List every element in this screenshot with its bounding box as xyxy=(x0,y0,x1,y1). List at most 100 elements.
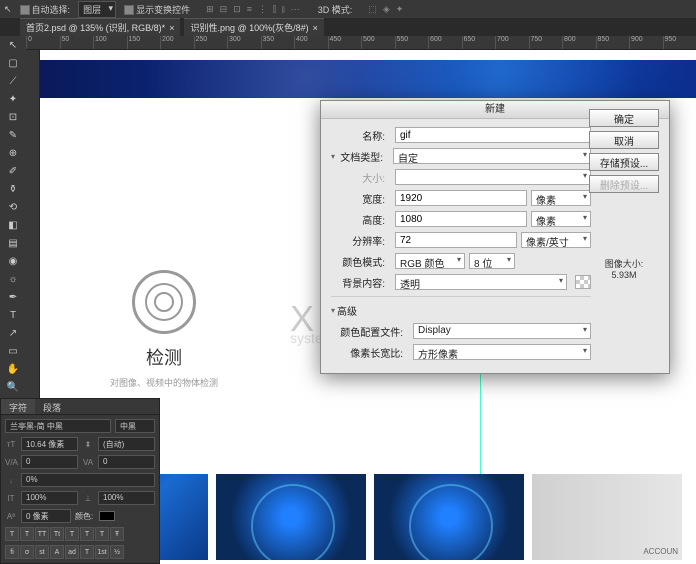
name-input[interactable] xyxy=(395,127,591,143)
imagesize-value: 5.93M xyxy=(589,270,659,280)
superscript-button[interactable]: T xyxy=(65,527,79,541)
width-unit-dropdown[interactable]: 像素 xyxy=(531,190,591,206)
doctype-dropdown[interactable]: 自定 xyxy=(393,148,591,164)
bold-button[interactable]: T xyxy=(5,527,19,541)
heal-tool-icon[interactable]: ⊕ xyxy=(0,144,26,162)
eyedropper-tool-icon[interactable]: ✎ xyxy=(0,126,26,144)
distribute-icon[interactable]: ⫾ xyxy=(282,4,285,15)
move-tool-icon: ↖ xyxy=(4,4,12,15)
ok-button[interactable]: 确定 xyxy=(589,109,659,127)
character-tab[interactable]: 字符 xyxy=(1,399,35,414)
wand-tool-icon[interactable]: ✦ xyxy=(0,90,26,108)
zoom-tool-icon[interactable]: 🔍 xyxy=(0,378,26,396)
document-tab[interactable]: 识别性.png @ 100%(灰色/8#) × xyxy=(184,18,323,36)
text-color-swatch[interactable] xyxy=(99,511,115,521)
scale-field[interactable]: 0% xyxy=(21,473,155,487)
shape-tool-icon[interactable]: ▭ xyxy=(0,342,26,360)
color-label: 颜色: xyxy=(75,511,93,522)
close-tab-icon[interactable]: × xyxy=(169,23,174,33)
font-weight-dropdown[interactable]: 中黑 xyxy=(115,419,155,433)
colordepth-dropdown[interactable]: 8 位 xyxy=(469,253,515,269)
thumbnail-2 xyxy=(216,474,366,560)
italic-button[interactable]: T xyxy=(20,527,34,541)
kerning-field[interactable]: 0 xyxy=(21,455,78,469)
save-preset-button[interactable]: 存储预设... xyxy=(589,153,659,171)
3d-icon[interactable]: ⬚ xyxy=(368,4,377,15)
profile-label: 颜色配置文件: xyxy=(331,324,409,339)
opentype-button[interactable]: ad xyxy=(65,545,79,559)
gradient-tool-icon[interactable]: ▤ xyxy=(0,234,26,252)
font-size-field[interactable]: 10.64 像素 xyxy=(21,437,78,451)
height-unit-dropdown[interactable]: 像素 xyxy=(531,211,591,227)
resolution-unit-dropdown[interactable]: 像素/英寸 xyxy=(521,232,591,248)
allcaps-button[interactable]: TT xyxy=(35,527,49,541)
scale-h-field[interactable]: 100% xyxy=(21,491,78,505)
baseline-field[interactable]: 0 像素 xyxy=(21,509,71,523)
disclosure-icon[interactable]: ▾ xyxy=(331,152,335,161)
scale-v-icon: ⊥ xyxy=(82,494,94,503)
align-icon[interactable]: ⊟ xyxy=(220,4,228,15)
disclosure-icon[interactable]: ▾ xyxy=(331,306,335,315)
align-icon[interactable]: ⊞ xyxy=(206,4,214,15)
profile-dropdown[interactable]: Display xyxy=(413,323,591,339)
tracking-icon: VA xyxy=(82,458,94,467)
subscript-button[interactable]: T xyxy=(80,527,94,541)
distribute-icon[interactable]: ⋮ xyxy=(258,4,267,15)
blur-tool-icon[interactable]: ◉ xyxy=(0,252,26,270)
aspect-dropdown[interactable]: 方形像素 xyxy=(413,344,591,360)
height-input[interactable] xyxy=(395,211,527,227)
width-input[interactable] xyxy=(395,190,527,206)
crop-tool-icon[interactable]: ⊡ xyxy=(0,108,26,126)
stamp-tool-icon[interactable]: ⚱ xyxy=(0,180,26,198)
marquee-tool-icon[interactable]: ▢ xyxy=(0,54,26,72)
strike-button[interactable]: Ŧ xyxy=(110,527,124,541)
opentype-button[interactable]: st xyxy=(35,545,49,559)
brush-tool-icon[interactable]: ✐ xyxy=(0,162,26,180)
tracking-field[interactable]: 0 xyxy=(98,455,155,469)
opentype-button[interactable]: 1st xyxy=(95,545,109,559)
path-tool-icon[interactable]: ↗ xyxy=(0,324,26,342)
scale-v-field[interactable]: 100% xyxy=(98,491,155,505)
close-tab-icon[interactable]: × xyxy=(313,23,318,33)
dodge-tool-icon[interactable]: ☼ xyxy=(0,270,26,288)
font-family-dropdown[interactable]: 兰亭黑-简 中黑 xyxy=(5,419,111,433)
type-tool-icon[interactable]: T xyxy=(0,306,26,324)
colormode-dropdown[interactable]: RGB 颜色 xyxy=(395,253,465,269)
align-icon[interactable]: ≡ xyxy=(247,4,252,15)
width-label: 宽度: xyxy=(331,191,391,206)
opentype-button[interactable]: T xyxy=(80,545,94,559)
document-tab[interactable]: 首页2.psd @ 135% (识别, RGB/8)* × xyxy=(20,18,180,36)
character-panel: 字符 段落 兰亭黑-简 中黑 中黑 ᴛT 10.64 像素 ⬍ (自动) V/A… xyxy=(0,398,160,564)
3d-icon[interactable]: ✦ xyxy=(396,4,404,15)
history-tool-icon[interactable]: ⟲ xyxy=(0,198,26,216)
opentype-button[interactable]: fi xyxy=(5,545,19,559)
cancel-button[interactable]: 取消 xyxy=(589,131,659,149)
auto-select-checkbox[interactable] xyxy=(20,5,30,15)
va-icon: V/A xyxy=(5,458,17,467)
feature-description: 对图像、视频中的物体检测 xyxy=(110,376,218,389)
resolution-input[interactable] xyxy=(395,232,517,248)
move-tool-icon[interactable]: ↖ xyxy=(0,36,26,54)
lasso-tool-icon[interactable]: ⟋ xyxy=(0,72,26,90)
feature-title: 检测 xyxy=(110,344,218,370)
distribute-icon[interactable]: ⋯ xyxy=(291,4,300,15)
smallcaps-button[interactable]: Tt xyxy=(50,527,64,541)
pen-tool-icon[interactable]: ✒ xyxy=(0,288,26,306)
distribute-icon[interactable]: ⫿ xyxy=(273,4,276,15)
align-icon[interactable]: ⊡ xyxy=(233,4,241,15)
size-dropdown[interactable] xyxy=(395,169,591,185)
leading-field[interactable]: (自动) xyxy=(98,437,155,451)
hand-tool-icon[interactable]: ✋ xyxy=(0,360,26,378)
paragraph-tab[interactable]: 段落 xyxy=(35,399,69,414)
underline-button[interactable]: T xyxy=(95,527,109,541)
eraser-tool-icon[interactable]: ◧ xyxy=(0,216,26,234)
show-transform-checkbox[interactable] xyxy=(124,5,134,15)
delete-preset-button[interactable]: 删除预设... xyxy=(589,175,659,193)
detection-icon xyxy=(132,270,196,334)
opentype-button[interactable]: ½ xyxy=(110,545,124,559)
3d-icon[interactable]: ◈ xyxy=(383,4,390,15)
bgcontent-dropdown[interactable]: 透明 xyxy=(395,274,567,290)
opentype-button[interactable]: σ xyxy=(20,545,34,559)
auto-select-dropdown[interactable]: 图层 xyxy=(78,1,116,18)
opentype-button[interactable]: A xyxy=(50,545,64,559)
